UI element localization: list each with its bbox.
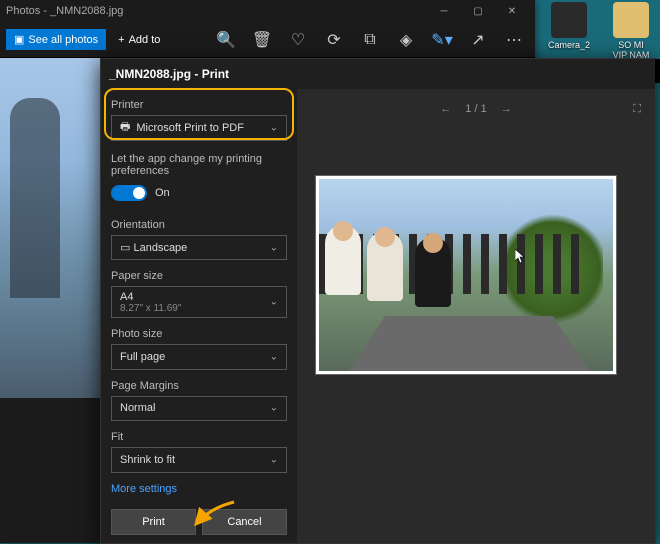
margins-label: Page Margins: [111, 380, 287, 392]
toggle-on-label: On: [155, 187, 170, 199]
more-icon[interactable]: ⋯: [505, 31, 523, 49]
orientation-label: Orientation: [111, 219, 287, 231]
titlebar: Photos - _NMN2088.jpg ─ ▢ ✕: [0, 0, 535, 22]
fit-label: Fit: [111, 431, 287, 443]
share-icon[interactable]: ↗: [469, 31, 487, 49]
chevron-down-icon: ⌄: [270, 351, 278, 362]
print-button[interactable]: Print: [111, 509, 196, 535]
pref-toggle[interactable]: [111, 185, 147, 201]
plus-icon: +: [118, 34, 124, 46]
search-icon[interactable]: ◈: [397, 31, 415, 49]
printer-select[interactable]: 🖶 Microsoft Print to PDF ⌄: [111, 115, 287, 141]
photo-size-label: Photo size: [111, 328, 287, 340]
minimize-button[interactable]: ─: [427, 0, 461, 22]
cursor-icon: [515, 249, 527, 265]
pref-line: Let the app change my printing preferenc…: [111, 153, 287, 177]
fit-select[interactable]: Shrink to fit ⌄: [111, 447, 287, 473]
photos-icon: ▣: [14, 33, 24, 46]
window-title: Photos - _NMN2088.jpg: [6, 5, 427, 17]
close-button[interactable]: ✕: [495, 0, 529, 22]
edit-icon[interactable]: ✎▾: [433, 31, 451, 49]
margins-select[interactable]: Normal ⌄: [111, 396, 287, 422]
printer-label: Printer: [111, 99, 287, 111]
print-dialog-title: _NMN2088.jpg - Print: [101, 59, 655, 89]
photo-size-select[interactable]: Full page ⌄: [111, 344, 287, 370]
chevron-down-icon: ⌄: [270, 455, 278, 466]
chevron-down-icon: ⌄: [270, 403, 278, 414]
printer-icon: 🖶: [120, 118, 130, 137]
print-preview-area: ← 1 / 1 → ⛶: [297, 89, 655, 543]
print-close-button[interactable]: ✕: [655, 59, 660, 83]
desktop-icon-somivip[interactable]: SO MI VIP NAM: [610, 2, 652, 60]
favorite-icon[interactable]: ♡: [289, 31, 307, 49]
prev-page-button[interactable]: ←: [440, 103, 451, 115]
rotate-icon[interactable]: ⟳: [325, 31, 343, 49]
desktop-icon-camera2[interactable]: Camera_2: [548, 2, 590, 60]
more-settings-link[interactable]: More settings: [111, 483, 287, 495]
fit-page-icon[interactable]: ⛶: [633, 103, 641, 116]
preview-page: [315, 175, 617, 375]
photo-viewer: [0, 58, 100, 398]
crop-icon[interactable]: ⧉: [361, 31, 379, 49]
toolbar: ▣ See all photos + Add to 🔍 🗑 ♡ ⟳ ⧉ ◈ ✎▾…: [0, 22, 535, 58]
chevron-down-icon: ⌄: [270, 122, 278, 133]
orientation-icon: ▭: [120, 241, 130, 254]
zoom-icon[interactable]: 🔍: [217, 31, 235, 49]
chevron-down-icon: ⌄: [270, 242, 278, 253]
maximize-button[interactable]: ▢: [461, 0, 495, 22]
add-to-button[interactable]: + Add to: [110, 30, 168, 50]
cancel-button[interactable]: Cancel: [202, 509, 287, 535]
paper-select[interactable]: A4 8.27" x 11.69" ⌄: [111, 286, 287, 317]
orientation-select[interactable]: ▭ Landscape ⌄: [111, 235, 287, 261]
print-dialog: ✕ _NMN2088.jpg - Print Printer 🖶 Microso…: [100, 58, 656, 544]
delete-icon[interactable]: 🗑: [253, 31, 271, 49]
see-all-photos-button[interactable]: ▣ See all photos: [6, 29, 106, 50]
paper-label: Paper size: [111, 270, 287, 282]
chevron-down-icon: ⌄: [270, 297, 278, 308]
preview-photo: [319, 179, 613, 371]
next-page-button[interactable]: →: [501, 103, 512, 115]
